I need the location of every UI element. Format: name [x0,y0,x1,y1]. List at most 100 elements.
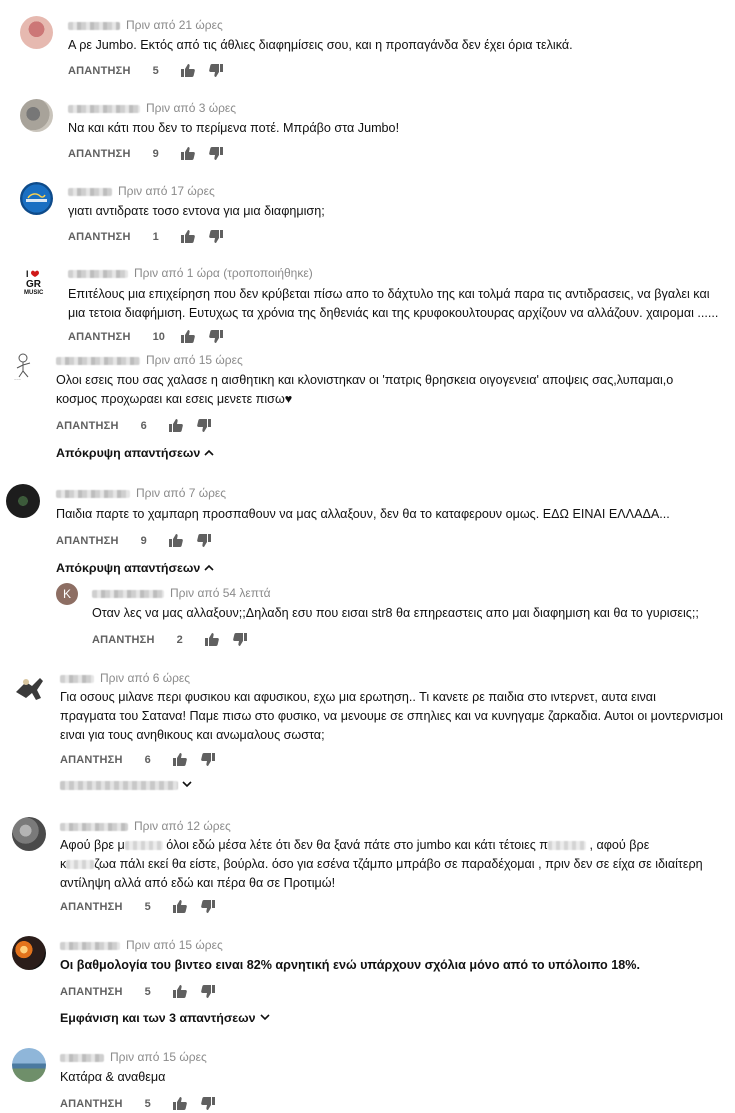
avatar[interactable] [12,1048,46,1082]
cartoon-avatar[interactable] [12,670,46,704]
avatar[interactable] [6,484,40,518]
comment-text-line: Ολοι εσεις που σας χαλασε η αισθητικη κα… [56,373,674,387]
thumbs-down-icon[interactable] [200,985,215,998]
thumbs-down-icon[interactable] [208,230,223,243]
comment-text-line: κοσμος προχωραει και εσεις μενετε πισω♥ [56,392,293,406]
chevron-down-icon [182,780,192,791]
reply-button[interactable]: ΑΠΑΝΤΗΣΗ [92,634,155,646]
reply-button[interactable]: ΑΠΑΝΤΗΣΗ [60,901,123,913]
reply-button[interactable]: ΑΠΑΝΤΗΣΗ [68,231,131,243]
thumbs-down-icon[interactable] [200,900,215,913]
avatar-letter: K [62,587,71,601]
show-replies-toggle-blurred[interactable] [60,780,192,791]
author-name-blurred[interactable] [92,589,164,598]
comment-text: Ολοι εσεις που σας χαλασε η αισθητικη κα… [56,371,727,409]
show-replies-toggle[interactable]: Εμφάνιση και των 3 απαντήσεων [60,1011,270,1025]
comment-text: γιατι αντιδρατε τοσο εντονα για μια διαφ… [68,204,325,218]
author-name-blurred[interactable] [60,941,120,950]
thumbs-up-icon[interactable] [180,147,195,160]
author-name-blurred[interactable] [60,822,128,831]
author-name-blurred[interactable] [68,269,128,278]
comment-time[interactable]: Πριν από 21 ώρες [126,18,223,32]
author-name-blurred[interactable] [68,187,112,196]
comment-text: Οταν λες να μας αλλαξουν;;Δηλαδη εσυ που… [92,606,699,620]
comment-time[interactable]: Πριν από 7 ώρες [136,486,226,500]
author-name-blurred[interactable] [68,104,140,113]
comment-text: Να και κάτι που δεν το περίμενα ποτέ. Μπ… [68,121,400,135]
like-count: 5 [144,900,151,913]
comment-text-line: κ ζωα πάλι εκεί θα είστε, βούρλα. όσο για… [60,857,703,871]
author-name-blurred[interactable] [56,489,130,498]
author-name-blurred[interactable] [60,1053,104,1062]
reply-button[interactable]: ΑΠΑΝΤΗΣΗ [56,420,119,432]
comment-time[interactable]: Πριν από 54 λεπτά [170,586,271,600]
comment-time[interactable]: Πριν από 12 ώρες [134,819,231,833]
author-name-blurred[interactable] [68,21,120,30]
thumbs-up-icon[interactable] [172,985,187,998]
comment-text: Παιδια παρτε το χαμπαρη προσπαθουν να μα… [56,507,670,521]
thumbs-up-icon[interactable] [168,534,183,547]
thumbs-down-icon[interactable] [208,147,223,160]
thumbs-up-icon[interactable] [172,1097,187,1110]
blurred-word [66,860,95,870]
thumbs-down-icon[interactable] [196,419,211,432]
avatar[interactable] [20,16,53,49]
thumbs-down-icon[interactable] [200,753,215,766]
comment-text-line: Για οσους μιλανε περι φυσικου και αφυσικ… [60,690,656,704]
hide-replies-toggle[interactable]: Απόκρυψη απαντήσεων [56,561,214,575]
comment-text: Κατάρα & αναθεμα [60,1070,166,1084]
avatar[interactable] [20,99,53,132]
reply-button[interactable]: ΑΠΑΝΤΗΣΗ [68,148,131,160]
thumbs-down-icon[interactable] [232,633,247,646]
comment-text: Α ρε Jumbo. Εκτός από τις άθλιες διαφημί… [68,38,573,52]
comment-time[interactable]: Πριν από 15 ώρες [126,938,223,952]
thumbs-down-icon[interactable] [200,1097,215,1110]
toggle-label: Απόκρυψη απαντήσεων [56,446,201,460]
reply-button[interactable]: ΑΠΑΝΤΗΣΗ [60,1098,123,1110]
thumbs-up-icon[interactable] [172,900,187,913]
comment-time[interactable]: Πριν από 6 ώρες [100,671,190,685]
comment-time[interactable]: Πριν από 15 ώρες [110,1050,207,1064]
toggle-label: Εμφάνιση και των 3 απαντήσεων [60,1011,256,1025]
like-count: 5 [144,1097,151,1110]
comment-text-line: αντίληψη αλλά από εδώ και πέρα θα σε Προ… [60,876,336,890]
thumbs-up-icon[interactable] [180,230,195,243]
svg-text:GR: GR [26,279,42,290]
like-count: 5 [144,985,151,998]
author-name-blurred[interactable] [60,674,94,683]
comment-time[interactable]: Πριν από 17 ώρες [118,184,215,198]
comment-text-line: πραγματα του Σατανα! Παμε πισω στο φυσικ… [60,709,723,723]
comment-text-line: μια τετοια διαφήμιση. Ευτυχως τα χρόνια … [68,306,719,320]
avatar[interactable] [12,817,46,851]
thumbs-down-icon[interactable] [208,330,223,343]
comment-time[interactable]: Πριν από 1 ώρα (τροποποιήθηκε) [134,266,313,280]
thumbs-up-icon[interactable] [168,419,183,432]
like-count: 2 [176,633,183,646]
like-count: 5 [152,64,159,77]
i-love-gr-music-logo-avatar[interactable]: I GR MUSIC [22,268,50,296]
reply-button[interactable]: ΑΠΑΝΤΗΣΗ [60,754,123,766]
hide-replies-toggle[interactable]: Απόκρυψη απαντήσεων [56,446,214,460]
like-count: 6 [140,419,147,432]
reply-button[interactable]: ΑΠΑΝΤΗΣΗ [68,65,131,77]
thumbs-up-icon[interactable] [180,330,195,343]
comment-time[interactable]: Πριν από 3 ώρες [146,101,236,115]
thumbs-up-icon[interactable] [172,753,187,766]
author-name-blurred[interactable] [56,356,140,365]
thumbs-down-icon[interactable] [196,534,211,547]
sketch-figure-avatar[interactable]: ~~~ [10,352,38,382]
toggle-label-blurred [60,781,178,790]
letter-avatar[interactable]: K [56,583,78,605]
svg-text:~~~: ~~~ [14,377,22,382]
reply-button[interactable]: ΑΠΑΝΤΗΣΗ [60,986,123,998]
thumbs-up-icon[interactable] [204,633,219,646]
thumbs-down-icon[interactable] [208,64,223,77]
reply-button[interactable]: ΑΠΑΝΤΗΣΗ [68,331,131,343]
thumbs-up-icon[interactable] [180,64,195,77]
eurovision-logo-avatar[interactable] [20,182,53,215]
comment-time[interactable]: Πριν από 15 ώρες [146,353,243,367]
avatar[interactable] [12,936,46,970]
svg-text:MUSIC: MUSIC [24,290,44,296]
reply-button[interactable]: ΑΠΑΝΤΗΣΗ [56,535,119,547]
comment-text: Για οσους μιλανε περι φυσικου και αφυσικ… [60,688,727,745]
